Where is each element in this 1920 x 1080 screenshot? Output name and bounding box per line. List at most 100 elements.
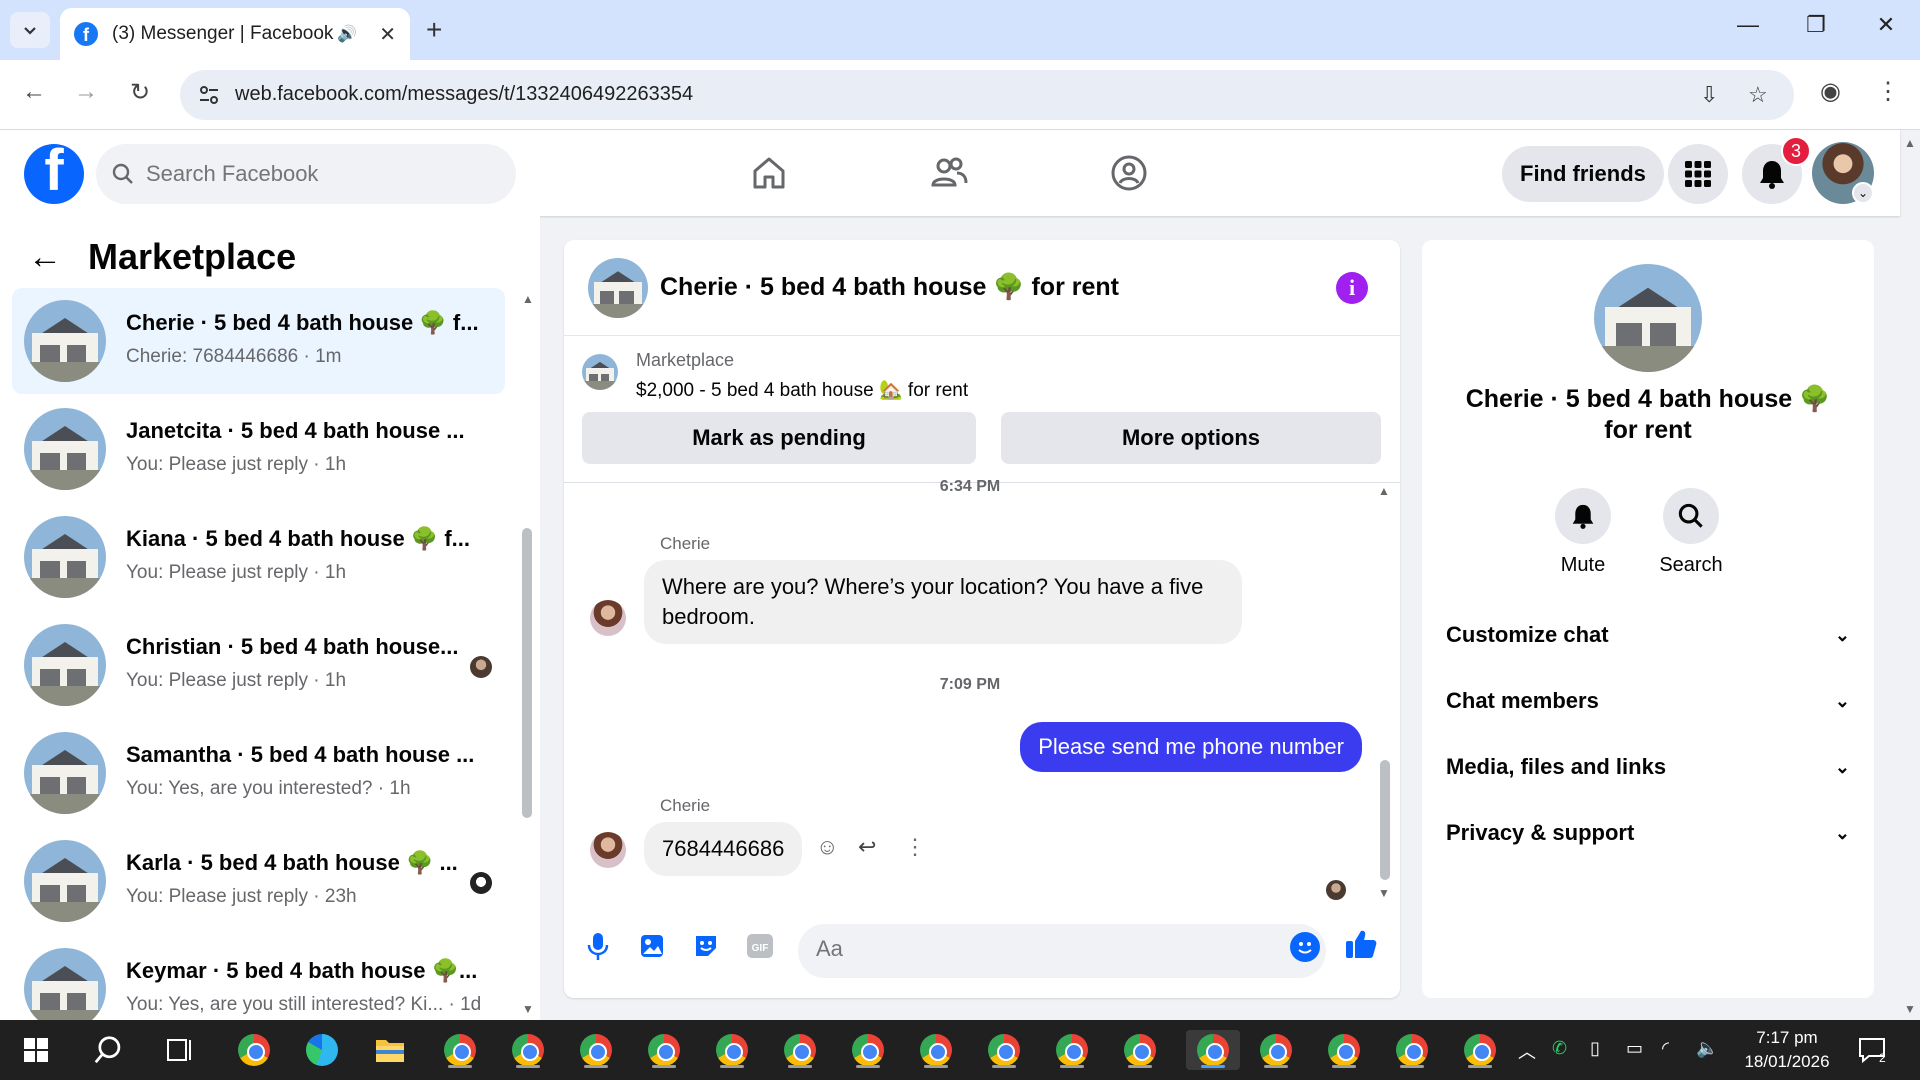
back-arrow-icon[interactable]: ← — [28, 238, 62, 277]
reply-icon[interactable]: ↩ — [858, 834, 876, 860]
battery-icon[interactable]: ▭ — [1626, 1038, 1643, 1059]
page-scroll-up-icon[interactable]: ▲ — [1904, 136, 1916, 150]
privacy-support-row[interactable]: Privacy & support ⌄ — [1446, 808, 1850, 858]
chrome-icon[interactable] — [1460, 1030, 1500, 1070]
wifi-icon[interactable]: ◜ — [1662, 1038, 1669, 1059]
system-clock[interactable]: 7:17 pm 18/01/2026 — [1732, 1026, 1842, 1074]
chrome-icon[interactable] — [712, 1030, 752, 1070]
conversation-info-icon[interactable]: i — [1336, 272, 1368, 304]
phone-link-icon[interactable]: ▯ — [1590, 1038, 1600, 1059]
notification-center-icon[interactable]: 2 — [1852, 1030, 1892, 1070]
chrome-icon[interactable] — [916, 1030, 956, 1070]
chrome-icon[interactable] — [644, 1030, 684, 1070]
mute-button[interactable]: Mute — [1538, 488, 1628, 577]
menu-kebab-icon[interactable]: ⋮ — [1876, 77, 1900, 106]
speaker-icon[interactable]: 🔊 — [337, 24, 357, 44]
chrome-icon[interactable] — [576, 1030, 616, 1070]
chrome-icon[interactable] — [1392, 1030, 1432, 1070]
conversation-item[interactable]: Cherie · 5 bed 4 bath house 🌳 f... Cheri… — [12, 288, 505, 394]
file-explorer-icon[interactable] — [370, 1030, 410, 1070]
outgoing-message[interactable]: Please send me phone number — [1020, 722, 1362, 772]
account-caret-icon[interactable]: ⌄ — [1852, 182, 1874, 204]
minimize-icon[interactable]: — — [1728, 12, 1768, 38]
new-tab-icon[interactable]: + — [426, 14, 442, 46]
chrome-icon-active[interactable] — [1186, 1030, 1240, 1070]
chat-house-thumbnail[interactable] — [588, 258, 648, 318]
listing-title[interactable]: $2,000 - 5 bed 4 bath house 🏡 for rent — [636, 378, 968, 402]
message-input[interactable] — [816, 936, 1256, 962]
task-view-icon[interactable] — [160, 1030, 200, 1070]
message-composer[interactable] — [798, 924, 1326, 978]
chat-scroll-down-icon[interactable]: ▼ — [1378, 886, 1390, 900]
facebook-logo-icon[interactable]: f — [24, 144, 84, 204]
mark-as-pending-button[interactable]: Mark as pending — [582, 412, 976, 464]
chrome-icon[interactable] — [508, 1030, 548, 1070]
chrome-icon[interactable] — [1052, 1030, 1092, 1070]
page-scroll-down-icon[interactable]: ▼ — [1904, 1002, 1916, 1016]
chrome-icon[interactable] — [1324, 1030, 1364, 1070]
chrome-icon[interactable] — [780, 1030, 820, 1070]
thumbs-up-icon[interactable] — [1344, 928, 1378, 968]
details-house-image[interactable] — [1594, 264, 1702, 372]
cherie-avatar[interactable] — [590, 832, 626, 868]
restore-icon[interactable]: ❐ — [1796, 12, 1836, 38]
chrome-icon[interactable] — [984, 1030, 1024, 1070]
find-friends-button[interactable]: Find friends — [1502, 146, 1664, 202]
edge-icon[interactable] — [302, 1030, 342, 1070]
chat-scroll-up-icon[interactable]: ▲ — [1378, 484, 1390, 498]
conversation-item[interactable]: Janetcita · 5 bed 4 bath house ... You: … — [12, 396, 505, 502]
conversation-item[interactable]: Samantha · 5 bed 4 bath house ... You: Y… — [12, 720, 505, 826]
chat-scrollbar[interactable] — [1380, 760, 1390, 880]
photo-icon[interactable] — [636, 930, 668, 962]
tab-search-button[interactable] — [10, 12, 50, 48]
list-scroll-up-icon[interactable]: ▲ — [522, 292, 534, 306]
reload-icon[interactable]: ↻ — [122, 78, 158, 107]
browser-tab-messenger[interactable]: f (3) Messenger | Facebook 🔊 ✕ — [60, 8, 410, 60]
conversation-item[interactable]: Keymar · 5 bed 4 bath house 🌳... You: Ye… — [12, 936, 505, 1020]
bookmark-star-icon[interactable]: ☆ — [1748, 82, 1768, 108]
chrome-icon[interactable] — [440, 1030, 480, 1070]
chrome-icon[interactable] — [234, 1030, 274, 1070]
list-scroll-down-icon[interactable]: ▼ — [522, 1002, 534, 1016]
more-options-button[interactable]: More options — [1001, 412, 1381, 464]
react-emoji-icon[interactable]: ☺ — [816, 834, 838, 860]
back-icon[interactable]: ← — [16, 78, 52, 106]
menu-grid-icon[interactable] — [1668, 144, 1728, 204]
close-tab-icon[interactable]: ✕ — [379, 22, 396, 47]
search-in-conversation-button[interactable]: Search — [1646, 488, 1736, 577]
chat-members-row[interactable]: Chat members ⌄ — [1446, 676, 1850, 726]
customize-chat-row[interactable]: Customize chat ⌄ — [1446, 610, 1850, 660]
address-bar[interactable]: web.facebook.com/messages/t/133240649226… — [180, 70, 1794, 120]
search-input[interactable] — [146, 161, 466, 187]
gif-icon[interactable]: GIF — [744, 930, 776, 962]
whatsapp-icon[interactable]: ✆ — [1552, 1038, 1567, 1059]
volume-icon[interactable]: 🔈 — [1696, 1038, 1718, 1059]
incoming-message[interactable]: 7684446686 — [644, 822, 803, 876]
profile-account-icon[interactable]: ◉ — [1820, 77, 1841, 106]
conversation-list-scrollbar[interactable] — [522, 528, 532, 818]
conversation-item[interactable]: Christian · 5 bed 4 bath house... You: P… — [12, 612, 505, 718]
sticker-icon[interactable] — [690, 930, 722, 962]
friends-icon[interactable] — [924, 148, 974, 198]
chrome-icon[interactable] — [1256, 1030, 1296, 1070]
facebook-search-box[interactable] — [96, 144, 516, 204]
conversation-item[interactable]: Kiana · 5 bed 4 bath house 🌳 f... You: P… — [12, 504, 505, 610]
media-files-links-row[interactable]: Media, files and links ⌄ — [1446, 742, 1850, 792]
conversation-item[interactable]: Karla · 5 bed 4 bath house 🌳 ... You: Pl… — [12, 828, 505, 934]
emoji-icon[interactable] — [1290, 932, 1320, 962]
chrome-icon[interactable] — [848, 1030, 888, 1070]
home-icon[interactable] — [744, 148, 794, 198]
close-window-icon[interactable]: ✕ — [1866, 12, 1906, 38]
more-actions-icon[interactable]: ⋮ — [904, 834, 926, 860]
search-icon[interactable] — [88, 1030, 128, 1070]
show-hidden-icons-chevron-icon[interactable]: ︿ — [1518, 1038, 1536, 1064]
chrome-icon[interactable] — [1120, 1030, 1160, 1070]
forward-icon[interactable]: → — [68, 78, 104, 106]
microphone-icon[interactable] — [582, 930, 614, 962]
incoming-message[interactable]: Where are you? Where’s your location? Yo… — [644, 560, 1242, 644]
cherie-avatar[interactable] — [590, 600, 626, 636]
install-app-icon[interactable]: ⇩ — [1700, 82, 1718, 108]
chat-title[interactable]: Cherie · 5 bed 4 bath house 🌳 for rent — [660, 273, 1119, 302]
windows-start-icon[interactable] — [16, 1030, 56, 1070]
groups-icon[interactable] — [1104, 148, 1154, 198]
